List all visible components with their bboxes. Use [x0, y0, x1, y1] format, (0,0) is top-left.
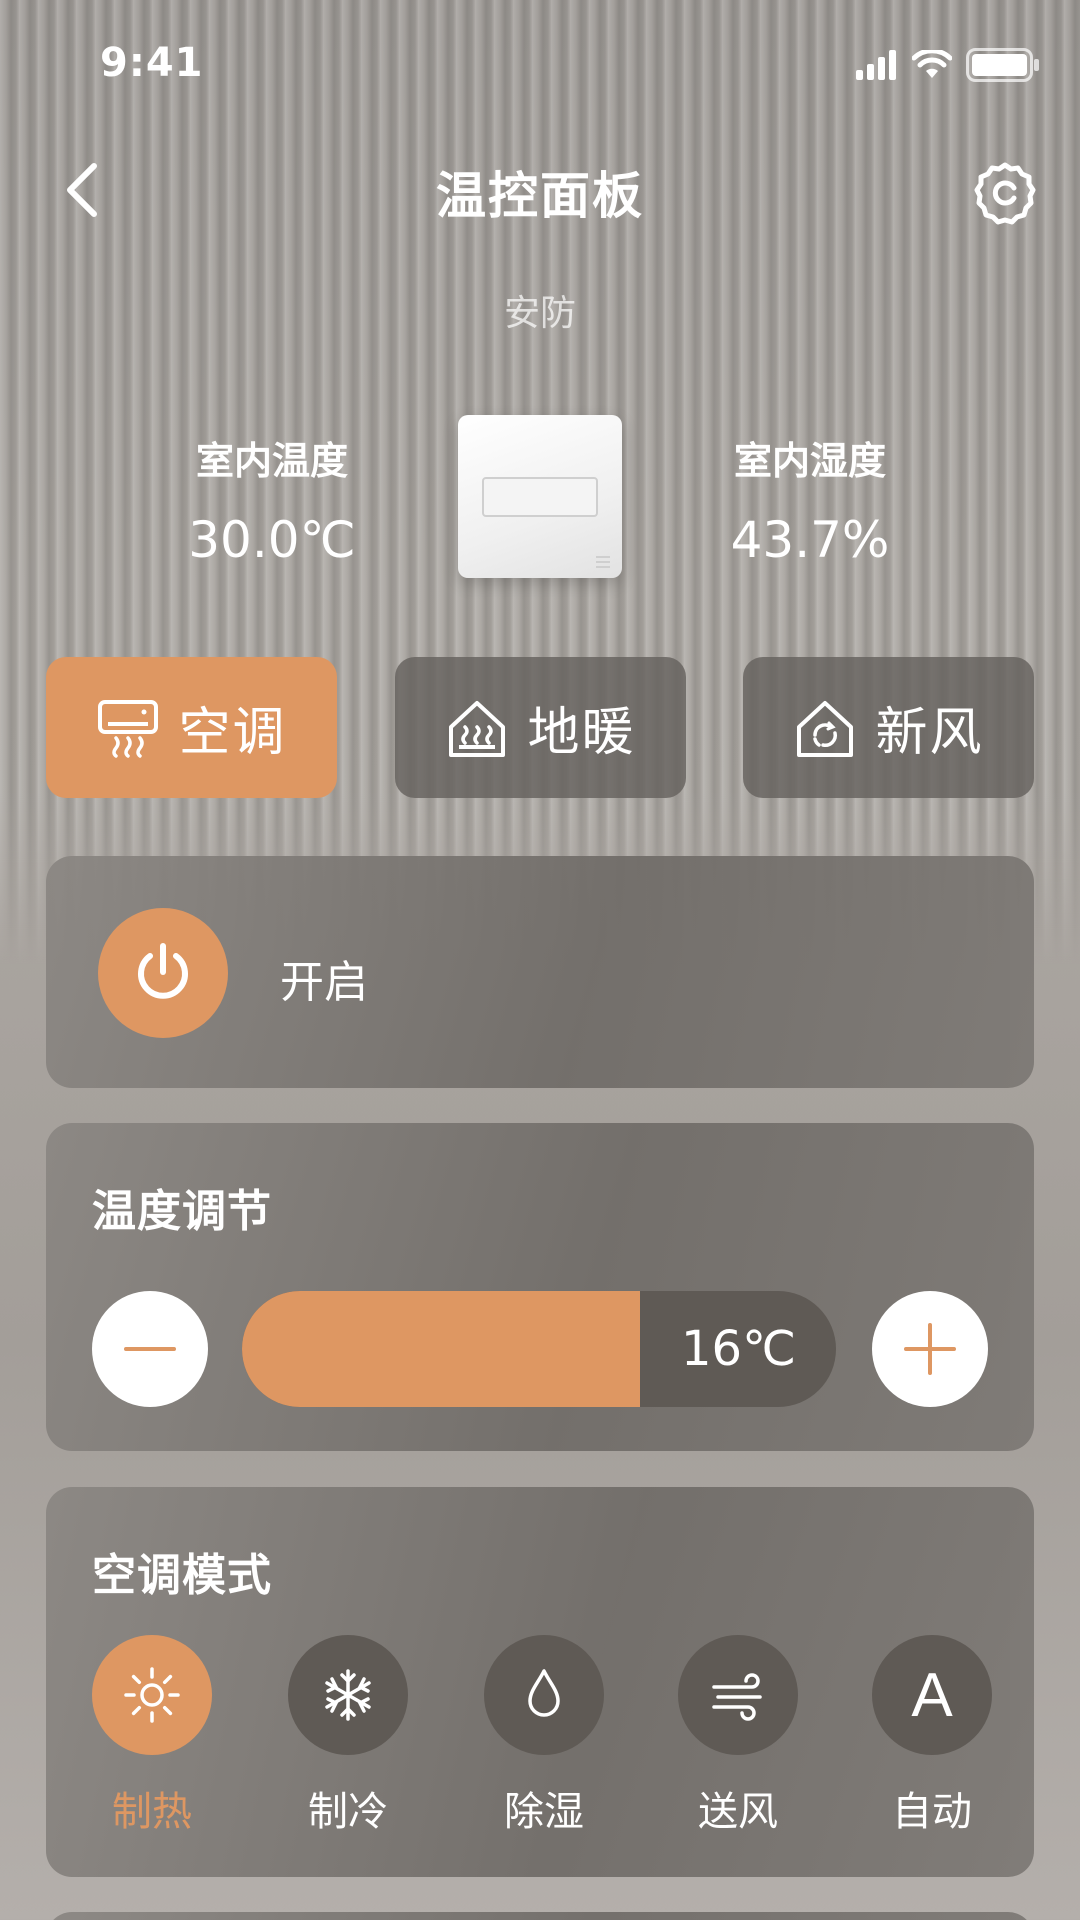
- device-grille: [596, 553, 610, 568]
- mode-auto-label: 自动: [892, 1789, 972, 1835]
- gear-icon: [974, 162, 1036, 225]
- temperature-value: 16℃: [681, 1321, 796, 1377]
- power-button[interactable]: [98, 908, 228, 1038]
- indoor-temperature-label: 室内温度: [195, 439, 348, 483]
- increase-temperature-button[interactable]: [872, 1291, 988, 1407]
- mode-heat-circle: [92, 1635, 212, 1755]
- signal-icon: [856, 50, 896, 80]
- temperature-slider-fill: [242, 1291, 640, 1407]
- indoor-humidity-label: 室内湿度: [733, 439, 886, 483]
- power-icon: [138, 943, 188, 999]
- mode-cool[interactable]: 制冷: [288, 1635, 408, 1837]
- temperature-control-card: 温度调节 16℃: [46, 1123, 1034, 1451]
- ac-mode-title: 空调模式: [92, 1550, 272, 1601]
- temperature-control-title: 温度调节: [92, 1186, 272, 1237]
- mode-dehumidify[interactable]: 除湿: [484, 1635, 604, 1837]
- power-label: 开启: [280, 957, 368, 1008]
- nav-bar: 温控面板: [0, 150, 1080, 230]
- air-conditioner-icon: [98, 699, 159, 758]
- wind-icon: [712, 1673, 762, 1721]
- indoor-humidity: 室内湿度 43.7%: [680, 430, 940, 569]
- minus-icon: [124, 1347, 176, 1351]
- indoor-temperature: 室内温度 30.0℃: [142, 430, 402, 569]
- mode-heat-label: 制热: [112, 1789, 192, 1835]
- device-screen: [482, 477, 598, 517]
- battery-icon: [966, 48, 1039, 82]
- tab-floor-heating-label: 地暖: [527, 703, 636, 763]
- device-type-tabs: 空调 地暖 新风: [46, 657, 1034, 798]
- device-subtitle: 安防: [503, 293, 576, 334]
- status-icons: [856, 48, 1040, 82]
- mode-heat[interactable]: 制热: [92, 1635, 212, 1837]
- plus-icon: [904, 1323, 956, 1375]
- power-card: 开启: [46, 856, 1034, 1088]
- tab-air-conditioner[interactable]: 空调: [46, 657, 337, 798]
- tab-fresh-air-label: 新风: [875, 703, 984, 763]
- wifi-icon: [912, 50, 952, 78]
- thermostat-device-image: [458, 415, 622, 578]
- floor-heating-icon: [449, 700, 506, 757]
- next-card-partial: [46, 1912, 1034, 1920]
- sun-icon: [124, 1667, 180, 1723]
- page-title: 温控面板: [436, 167, 644, 225]
- settings-button[interactable]: [972, 160, 1038, 226]
- mode-list: 制热 制冷 除湿 送风 A 自动: [46, 1635, 1034, 1855]
- fresh-air-icon: [797, 700, 854, 757]
- snowflake-icon: [325, 1669, 371, 1721]
- tab-air-conditioner-label: 空调: [178, 703, 287, 763]
- temperature-slider[interactable]: 16℃: [242, 1291, 836, 1407]
- mode-fan[interactable]: 送风: [678, 1635, 798, 1837]
- indoor-temperature-value: 30.0℃: [188, 511, 356, 569]
- mode-dehumidify-circle: [484, 1635, 604, 1755]
- indoor-humidity-value: 43.7%: [730, 511, 890, 569]
- mode-cool-circle: [288, 1635, 408, 1755]
- mode-auto[interactable]: A 自动: [872, 1635, 992, 1837]
- droplet-icon: [528, 1669, 560, 1717]
- decrease-temperature-button[interactable]: [92, 1291, 208, 1407]
- status-bar: 9:41: [0, 0, 1080, 130]
- mode-dehumidify-label: 除湿: [504, 1789, 584, 1835]
- auto-icon: A: [911, 1660, 953, 1730]
- mode-fan-circle: [678, 1635, 798, 1755]
- mode-fan-label: 送风: [698, 1789, 778, 1835]
- ac-mode-card: 空调模式 制热 制冷 除湿 送风 A 自动: [46, 1487, 1034, 1877]
- mode-auto-circle: A: [872, 1635, 992, 1755]
- status-time: 9:41: [100, 40, 204, 86]
- tab-fresh-air[interactable]: 新风: [743, 657, 1034, 798]
- tab-floor-heating[interactable]: 地暖: [395, 657, 686, 798]
- mode-cool-label: 制冷: [308, 1789, 388, 1835]
